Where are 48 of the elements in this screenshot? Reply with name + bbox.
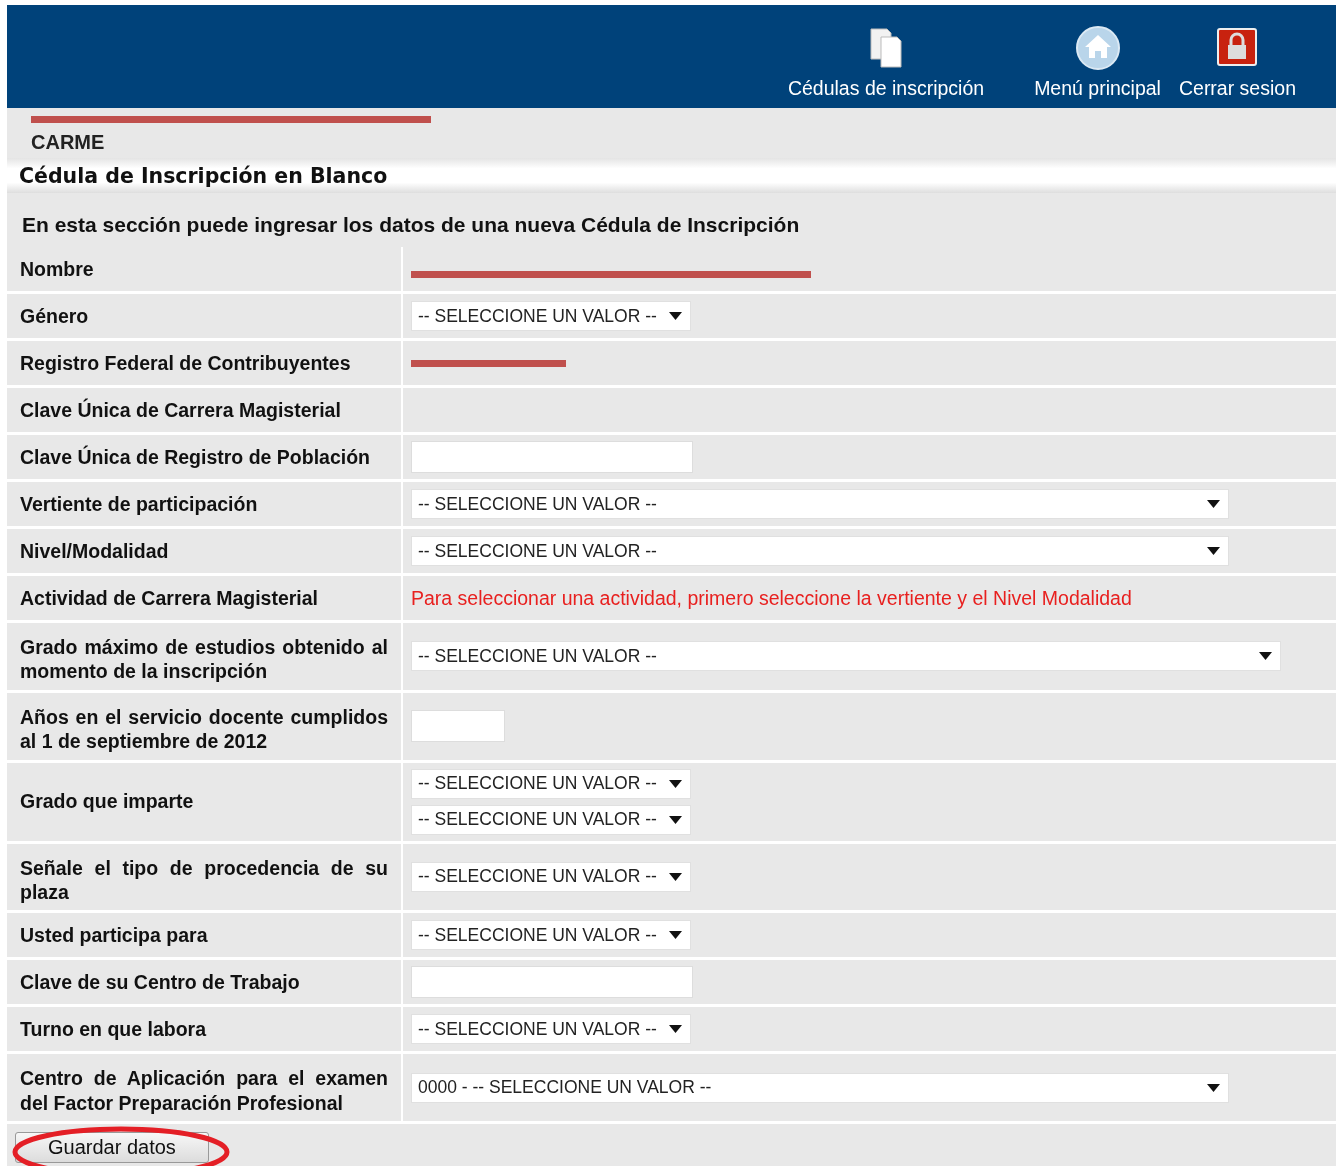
dropdown[interactable]: -- SELECCIONE UN VALOR -- [411, 301, 691, 331]
input-field[interactable] [411, 710, 505, 743]
save-button[interactable]: Guardar datos [15, 1132, 209, 1163]
dropdown[interactable]: -- SELECCIONE UN VALOR -- [411, 1014, 691, 1045]
input-field[interactable] [411, 966, 693, 999]
caret-icon [669, 931, 682, 940]
field-label: Nivel/Modalidad [7, 529, 403, 573]
caret-icon [669, 779, 682, 788]
field-label: Registro Federal de Contribuyentes [7, 341, 403, 385]
field-label: Años en el servicio docente cumplidos al 1 de septiembre de 2012 [7, 692, 403, 760]
dropdown[interactable]: 0000 - -- SELECCIONE UN VALOR -- [411, 1072, 1229, 1103]
caret-icon [669, 312, 682, 320]
caret-icon [1207, 500, 1220, 508]
intro-text: En esta sección puede ingresar los datos de una nueva Cédula de Inscripción [21, 212, 801, 238]
field-label: Género [7, 294, 403, 338]
nav-link[interactable]: Cédulas de inscripción [787, 25, 985, 100]
caret-icon [1259, 652, 1272, 661]
dropdown[interactable]: -- SELECCIONE UN VALOR -- [411, 641, 1281, 672]
field-label: Turno en que labora [7, 1007, 403, 1052]
section-title: Cédula de Inscripción en Blanco [7, 158, 1336, 193]
caret-icon [1207, 1083, 1220, 1092]
home-icon [1074, 25, 1121, 71]
field-label: Grado que imparte [7, 762, 403, 841]
field-label: Vertiente de participación [7, 482, 403, 526]
dropdown[interactable]: -- SELECCIONE UN VALOR -- [411, 768, 691, 799]
field-label: Nombre [7, 247, 403, 291]
field-label: Clave Única de Registro de Población [7, 435, 403, 479]
field-label: Señale el tipo de procedencia de su plaza [7, 843, 403, 911]
caret-icon [669, 872, 682, 881]
dropdown[interactable]: -- SELECCIONE UN VALOR -- [411, 536, 1229, 566]
field-label: Usted participa para [7, 913, 403, 958]
input-field[interactable] [411, 441, 693, 473]
hint-text: Para seleccionar una actividad, primero seleccione la vertiente y el Nivel Modalidad [411, 586, 1133, 610]
nav-link[interactable]: Cerrar sesion [1178, 25, 1296, 100]
field-label: Grado máximo de estudios obtenido al momento de la inscripción [7, 623, 403, 690]
field-label: Actividad de Carrera Magisterial [7, 576, 403, 620]
dropdown[interactable]: -- SELECCIONE UN VALOR -- [411, 489, 1229, 519]
dropdown[interactable]: -- SELECCIONE UN VALOR -- [411, 804, 691, 835]
dropdown[interactable]: -- SELECCIONE UN VALOR -- [411, 861, 691, 892]
nav-link[interactable]: Menú principal [1034, 25, 1161, 100]
user-name: CARME [31, 131, 105, 153]
dropdown[interactable]: -- SELECCIONE UN VALOR -- [411, 920, 691, 951]
field-label: Centro de Aplicación para el examen del Factor Preparación Profesional [7, 1054, 403, 1121]
caret-icon [669, 815, 682, 824]
field-label: Clave Única de Carrera Magisterial [7, 388, 403, 432]
field-label: Clave de su Centro de Trabajo [7, 960, 403, 1005]
caret-icon [669, 1025, 682, 1034]
caret-icon [1207, 547, 1220, 555]
